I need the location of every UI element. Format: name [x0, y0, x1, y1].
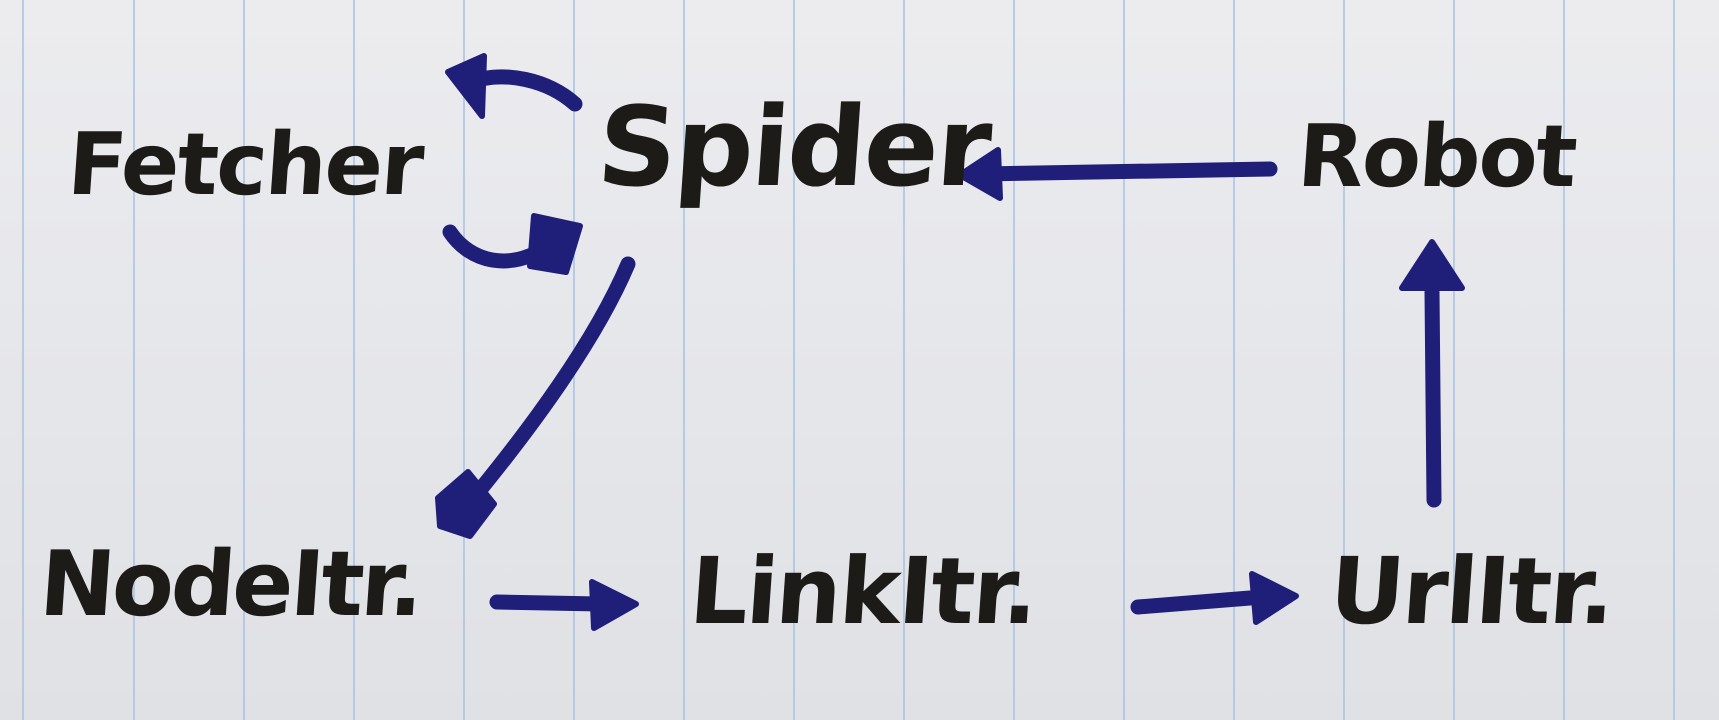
node-robot: Robot: [1294, 107, 1579, 207]
node-linkitr: LinkItr.: [686, 538, 1041, 645]
arrowhead-urlitr: [1249, 571, 1299, 625]
arrowhead-robot: [1399, 239, 1465, 291]
arrowhead-spider-lower: [527, 213, 583, 275]
arrow-spider-to-nodeitr: [472, 256, 636, 498]
arrow-urlitr-to-robot: [1424, 284, 1442, 508]
notebook-paper: Fetcher Spider Robot NodeItr. LinkItr. U…: [0, 0, 1719, 720]
node-spider: Spider: [593, 83, 994, 211]
arrowhead-fetcher: [445, 53, 487, 119]
arrow-robot-to-spider: [972, 161, 1278, 182]
arrow-linkitr-to-urlitr: [1130, 590, 1258, 615]
arrow-nodeitr-to-linkitr: [489, 594, 608, 612]
node-fetcher: Fetcher: [64, 115, 426, 215]
node-nodeitr: NodeItr.: [36, 532, 425, 637]
arrowhead-linkitr: [589, 579, 639, 631]
node-urlitr: UrlItr.: [1326, 538, 1617, 645]
